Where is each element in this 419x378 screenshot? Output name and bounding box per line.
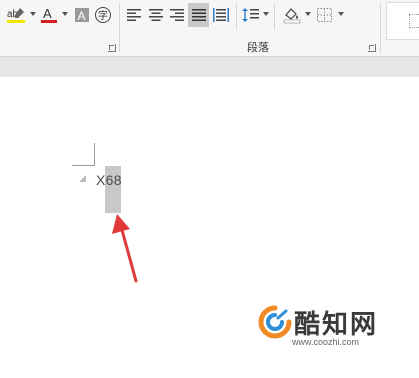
highlight-dropdown-caret[interactable] xyxy=(30,12,36,16)
align-right-icon xyxy=(170,9,184,21)
align-right-button[interactable] xyxy=(169,6,185,24)
watermark-title: 酷知网 xyxy=(294,310,379,340)
enclose-characters-icon: 字 xyxy=(95,7,111,23)
text-highlight-color-icon: ab xyxy=(7,8,25,23)
align-left-icon xyxy=(127,9,141,21)
group-separator xyxy=(119,4,120,52)
font-dialog-launcher-icon[interactable] xyxy=(108,44,116,52)
shading-button[interactable] xyxy=(282,6,302,24)
line-spacing-button[interactable] xyxy=(242,6,260,24)
distributed-button[interactable] xyxy=(212,6,230,24)
ruler-area xyxy=(0,56,419,77)
group-separator xyxy=(236,4,237,30)
justify-button[interactable] xyxy=(188,3,209,27)
justify-icon xyxy=(191,9,206,21)
ribbon-toolbar: ab A A 字 段落 xyxy=(0,0,419,56)
group-separator xyxy=(274,4,275,30)
page-margin-corner-mark xyxy=(72,143,95,166)
font-color-button[interactable]: A xyxy=(40,6,60,24)
character-shading-button[interactable]: A xyxy=(74,6,90,24)
document-text[interactable]: X68 xyxy=(96,172,122,188)
text-highlight-color-button[interactable]: ab xyxy=(6,6,28,24)
watermark-url: www.coozhi.com xyxy=(292,337,360,347)
borders-dropdown-caret[interactable] xyxy=(338,12,344,16)
paragraph-dialog-launcher-icon[interactable] xyxy=(368,44,376,52)
align-center-icon xyxy=(149,9,163,21)
borders-icon xyxy=(317,8,332,22)
paragraph-group-label: 段落 xyxy=(247,41,269,54)
distributed-icon xyxy=(213,8,229,22)
style-preview-icon xyxy=(409,14,419,28)
character-shading-icon: A xyxy=(75,8,89,23)
align-center-button[interactable] xyxy=(148,6,164,24)
line-spacing-icon xyxy=(242,8,259,22)
coozhi-watermark: 酷知网 www.coozhi.com xyxy=(258,303,408,349)
font-color-glyph: A xyxy=(43,6,52,21)
enclose-glyph: 字 xyxy=(98,9,108,22)
font-color-dropdown-caret[interactable] xyxy=(62,12,68,16)
shading-glyph: A xyxy=(78,9,86,23)
enclose-characters-button[interactable]: 字 xyxy=(94,6,112,24)
styles-gallery[interactable] xyxy=(386,2,419,40)
align-left-button[interactable] xyxy=(126,6,142,24)
coozhi-logo-icon xyxy=(258,305,292,339)
line-spacing-dropdown-caret[interactable] xyxy=(263,12,269,16)
shading-icon xyxy=(283,8,301,24)
group-separator xyxy=(380,4,381,52)
borders-button[interactable] xyxy=(316,6,334,24)
shading-dropdown-caret[interactable] xyxy=(305,12,311,16)
font-color-icon: A xyxy=(41,6,57,23)
annotation-arrow-icon xyxy=(112,214,138,283)
paragraph-anchor-icon xyxy=(79,175,86,182)
